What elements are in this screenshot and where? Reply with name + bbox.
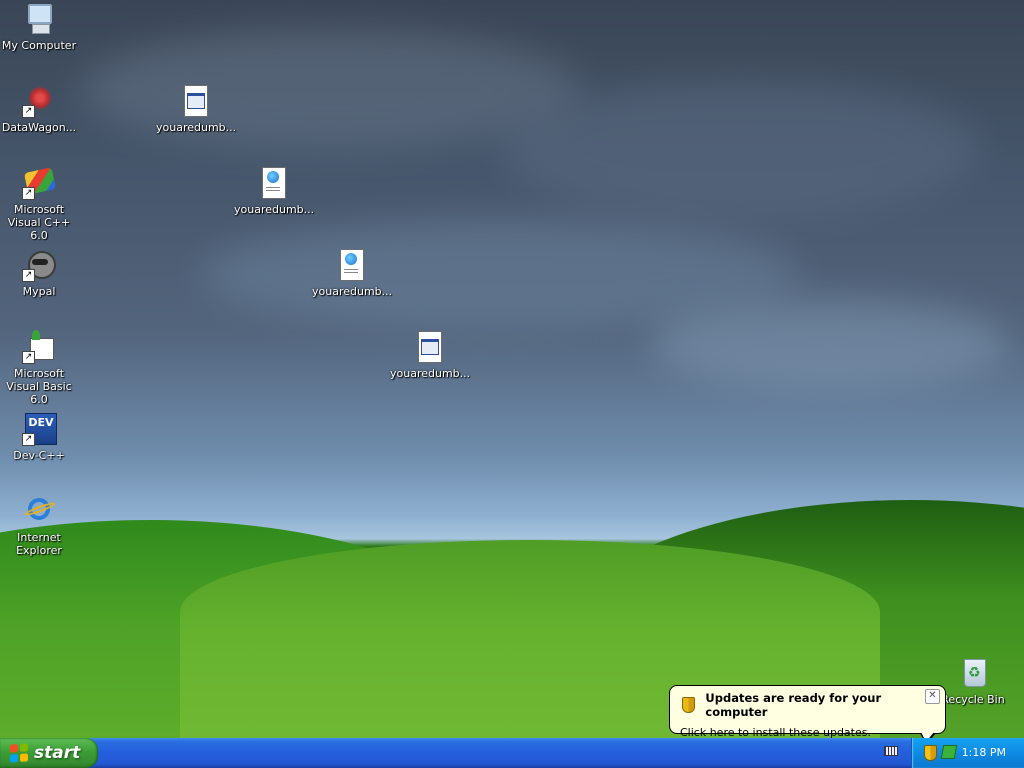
desktop-icon-datawagon[interactable]: ↗ DataWagon... — [0, 84, 78, 134]
security-shield-icon — [682, 697, 696, 713]
icon-label: DataWagon... — [1, 121, 77, 134]
balloon-title: Updates are ready for your computer — [705, 691, 882, 719]
cloud — [500, 80, 980, 220]
desktop[interactable]: My Computer ↗ DataWagon... ↗ Microsoft V… — [0, 0, 1024, 738]
icon-label: Microsoft Visual Basic 6.0 — [6, 367, 72, 406]
desktop-icon-youaredumb-html[interactable]: youaredumb... — [234, 166, 315, 216]
desktop-icon-youaredumb-exe[interactable]: youaredumb... — [156, 84, 237, 134]
desktop-icon-youaredumb-html-2[interactable]: youaredumb... — [312, 248, 393, 298]
icon-label: Microsoft Visual C++ 6.0 — [7, 203, 71, 242]
shortcut-arrow-icon: ↗ — [22, 105, 35, 118]
desktop-icon-my-computer[interactable]: My Computer — [0, 2, 78, 52]
icon-label: youaredumb... — [156, 121, 237, 134]
update-notification-balloon[interactable]: Updates are ready for your computer Clic… — [669, 685, 946, 739]
icon-label: Internet Explorer — [16, 531, 62, 557]
internet-explorer-icon — [22, 494, 57, 528]
cloud — [650, 300, 1010, 390]
recycle-bin-icon: ♻ — [956, 656, 990, 690]
shortcut-arrow-icon: ↗ — [22, 187, 35, 200]
cloud — [80, 30, 580, 150]
exe-file-icon — [178, 84, 212, 118]
html-file-icon — [256, 166, 290, 200]
desktop-icon-visual-cpp[interactable]: ↗ Microsoft Visual C++ 6.0 — [0, 166, 78, 242]
visual-basic-icon: ↗ — [22, 330, 56, 364]
desktop-icon-mypal[interactable]: ↗ Mypal — [0, 248, 78, 298]
desktop-icon-visual-basic[interactable]: ↗ Microsoft Visual Basic 6.0 — [0, 330, 78, 406]
datawagon-icon: ↗ — [22, 84, 56, 118]
icon-label: youaredumb... — [234, 203, 315, 216]
icon-label: youaredumb... — [390, 367, 471, 380]
taskbar[interactable]: start 1:18 PM — [0, 738, 1024, 768]
html-file-icon — [334, 248, 368, 282]
computer-icon — [22, 2, 56, 36]
exe-file-icon — [412, 330, 446, 364]
devcpp-icon: DEV ↗ — [22, 412, 57, 446]
visual-cpp-icon: ↗ — [22, 166, 56, 200]
start-button[interactable]: start — [0, 738, 98, 768]
icon-label: My Computer — [1, 39, 77, 52]
mypal-icon: ↗ — [22, 248, 56, 282]
network-icon[interactable] — [940, 745, 958, 759]
security-alert-icon[interactable] — [924, 745, 937, 761]
desktop-icon-youaredumb-exe-2[interactable]: youaredumb... — [390, 330, 471, 380]
windows-logo-icon — [10, 743, 28, 763]
start-label: start — [34, 743, 81, 763]
icon-label: Dev-C++ — [13, 449, 65, 462]
balloon-title-row: Updates are ready for your computer — [680, 691, 935, 719]
desktop-icon-internet-explorer[interactable]: Internet Explorer — [0, 494, 78, 557]
icon-label: Mypal — [22, 285, 56, 298]
icon-label: youaredumb... — [312, 285, 393, 298]
keyboard-language-icon[interactable] — [884, 746, 898, 758]
system-tray[interactable]: 1:18 PM — [911, 738, 1024, 768]
balloon-close-button[interactable]: ✕ — [925, 689, 940, 704]
desktop-icon-devcpp[interactable]: DEV ↗ Dev-C++ — [0, 412, 78, 462]
shortcut-arrow-icon: ↗ — [22, 269, 35, 282]
clock[interactable]: 1:18 PM — [962, 746, 1006, 759]
shortcut-arrow-icon: ↗ — [22, 433, 35, 446]
shortcut-arrow-icon: ↗ — [22, 351, 35, 364]
